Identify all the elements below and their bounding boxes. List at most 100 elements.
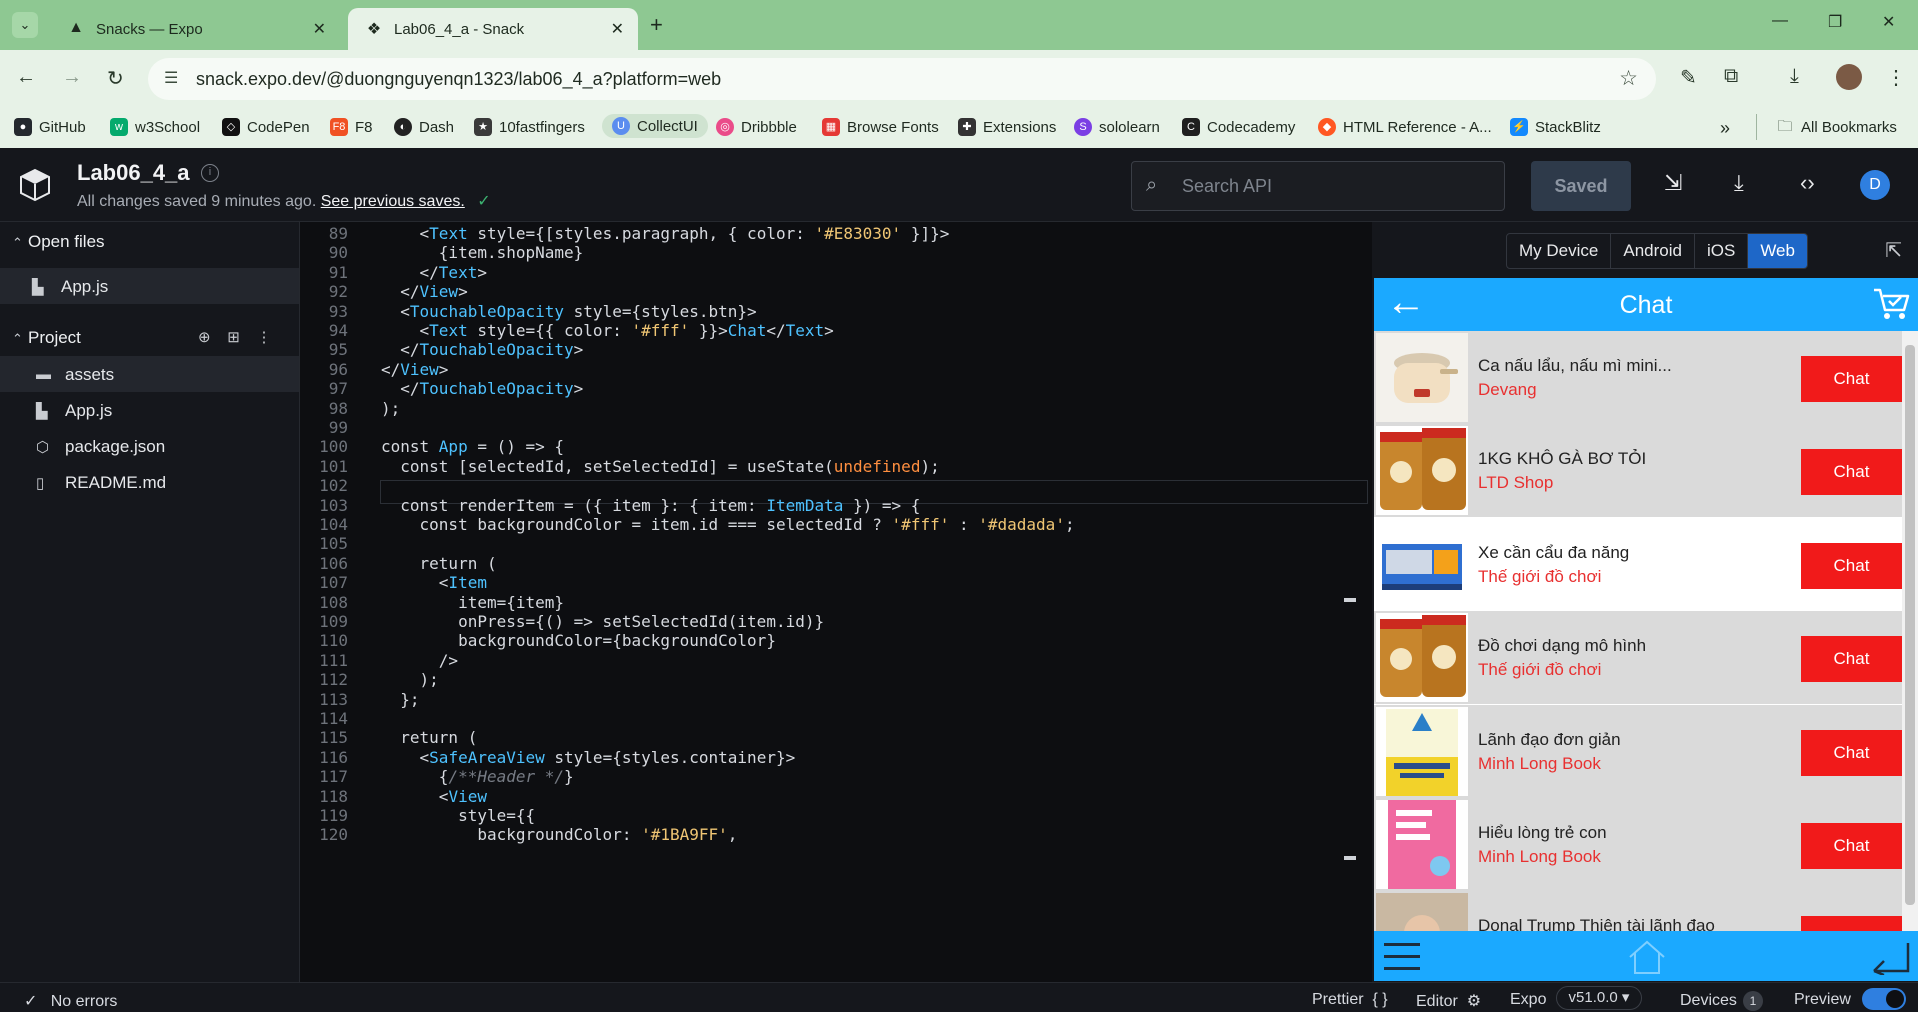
bookmark-w3school[interactable]: w w3School	[110, 118, 200, 136]
snack-logo-icon[interactable]	[18, 168, 52, 202]
bookmark-browse-fonts[interactable]: ▦ Browse Fonts	[822, 118, 939, 136]
code-text[interactable]: />	[381, 651, 458, 670]
extensions-puzzle-icon[interactable]: ⧉	[1724, 65, 1738, 88]
code-text[interactable]: const [selectedId, setSelectedId] = useS…	[381, 457, 939, 476]
project-title[interactable]: Lab06_4_a	[77, 160, 190, 186]
code-text[interactable]: <View	[381, 787, 487, 806]
bookmark-f8[interactable]: F8 F8	[330, 118, 373, 136]
all-bookmarks-folder[interactable]: 🗀 All Bookmarks	[1776, 118, 1896, 136]
saved-button[interactable]: Saved	[1531, 161, 1631, 211]
restore-window-icon[interactable]: ❐	[1828, 12, 1842, 32]
code-text[interactable]: style={{	[381, 806, 535, 825]
embed-code-icon[interactable]: ‹›	[1800, 170, 1815, 196]
platform-tab-web[interactable]: Web	[1748, 234, 1807, 268]
tab-search-chevron-icon[interactable]: ⌄	[12, 12, 38, 38]
bookmark-stackblitz[interactable]: ⚡ StackBlitz	[1510, 118, 1601, 136]
project-item-readme[interactable]: ▯ README.md	[36, 473, 166, 493]
code-text[interactable]: <Item	[381, 573, 487, 592]
pen-icon[interactable]: ✎	[1680, 65, 1697, 90]
close-tab-icon[interactable]: ✕	[611, 19, 624, 39]
address-bar[interactable]: ☰ snack.expo.dev/@duongnguyenqn1323/lab0…	[148, 58, 1656, 100]
code-text[interactable]: onPress={() => setSelectedId(item.id)}	[381, 612, 824, 631]
product-row[interactable]: Ca nấu lẩu, nấu mì mini... Devang Chat	[1374, 331, 1902, 424]
browser-tab-lab06[interactable]: ❖ Lab06_4_a - Snack ✕	[348, 8, 638, 50]
devices-button[interactable]: Devices 1	[1680, 991, 1763, 1011]
code-text[interactable]: <TouchableOpacity style={styles.btn}>	[381, 302, 756, 321]
prettier-toggle[interactable]: Prettier { }	[1312, 991, 1388, 1009]
profile-avatar[interactable]	[1836, 64, 1862, 90]
code-text[interactable]: {item.shopName}	[381, 243, 584, 262]
preview-toggle[interactable]	[1862, 988, 1906, 1010]
code-text[interactable]: {/**Header */}	[381, 767, 574, 786]
close-window-icon[interactable]: ✕	[1882, 12, 1895, 32]
browser-tab-snacks-expo[interactable]: ▲ Snacks — Expo ✕	[50, 8, 340, 50]
search-api-input[interactable]: ⌕ Search API	[1131, 161, 1505, 211]
download-icon[interactable]: ⤓	[1790, 65, 1799, 88]
bookmark-extensions[interactable]: ✚ Extensions	[958, 118, 1056, 136]
code-line[interactable]: 120 backgroundColor: '#1BA9FF',	[300, 825, 1372, 849]
code-text[interactable]: backgroundColor={backgroundColor}	[381, 631, 776, 650]
bookmark-sololearn[interactable]: Ssololearn	[1074, 118, 1160, 136]
menu-hamburger-icon[interactable]	[1382, 939, 1422, 975]
code-text[interactable]: const App = () => {	[381, 437, 564, 456]
product-row[interactable]: Hiểu lòng trẻ con Minh Long Book Chat	[1374, 798, 1902, 891]
shopping-cart-icon[interactable]	[1872, 286, 1910, 322]
code-text[interactable]: </TouchableOpacity>	[381, 340, 583, 359]
code-text[interactable]: </Text>	[381, 263, 487, 282]
site-info-icon[interactable]: ☰	[164, 68, 178, 88]
code-text[interactable]: </View>	[381, 360, 448, 379]
chat-button[interactable]: Chat	[1801, 916, 1902, 931]
code-text[interactable]: </View>	[381, 282, 467, 301]
code-editor[interactable]: 89 <Text style={[styles.paragraph, { col…	[300, 222, 1372, 982]
bookmark-star-icon[interactable]: ☆	[1619, 66, 1638, 91]
chat-button[interactable]: Chat	[1801, 636, 1902, 683]
open-file-app-js[interactable]: ▙ App.js	[32, 277, 108, 297]
chat-button[interactable]: Chat	[1801, 356, 1902, 402]
code-text[interactable]: return (	[381, 554, 497, 573]
code-text[interactable]: <Text style={[styles.paragraph, { color:…	[381, 224, 950, 243]
code-text[interactable]: );	[381, 670, 439, 689]
info-icon[interactable]: i	[201, 164, 219, 182]
open-files-section[interactable]: ⌃ Open files	[12, 232, 105, 252]
see-previous-saves-link[interactable]: See previous saves.	[321, 193, 465, 210]
chat-button[interactable]: Chat	[1801, 823, 1902, 869]
chat-button[interactable]: Chat	[1801, 542, 1902, 589]
sdk-version-select[interactable]: v51.0.0 ▾	[1556, 986, 1642, 1010]
project-section[interactable]: ⌃ Project	[12, 328, 81, 348]
back-arrow-icon[interactable]: ←	[16, 66, 36, 89]
chat-button[interactable]: Chat	[1801, 729, 1902, 776]
code-text[interactable]: backgroundColor: '#1BA9FF',	[381, 825, 737, 844]
platform-tab-android[interactable]: Android	[1611, 234, 1695, 268]
product-row[interactable]: Donal Trump Thiên tài lãnh đạo Chat	[1374, 891, 1902, 931]
more-bookmarks-chevron-icon[interactable]: »	[1720, 118, 1730, 139]
code-text[interactable]: const renderItem = ({ item }: { item: It…	[381, 496, 920, 515]
code-text[interactable]: const backgroundColor = item.id === sele…	[381, 515, 1075, 534]
code-text[interactable]: return (	[381, 728, 477, 747]
project-item-app-js[interactable]: ▙ App.js	[36, 401, 112, 421]
bookmark-collectui[interactable]: U CollectUI	[602, 114, 708, 138]
project-item-package-json[interactable]: ⬡ package.json	[36, 437, 165, 457]
platform-tab-ios[interactable]: iOS	[1695, 234, 1749, 268]
product-row[interactable]: 1KG KHÔ GÀ BƠ TỎI LTD Shop Chat	[1374, 424, 1902, 518]
popout-external-icon[interactable]: ⇱	[1885, 238, 1902, 263]
new-folder-icon[interactable]: ⊞	[227, 329, 240, 346]
code-text[interactable]: </TouchableOpacity>	[381, 379, 583, 398]
menu-kebab-icon[interactable]: ⋮	[1886, 65, 1906, 90]
editor-settings[interactable]: Editor ⚙	[1416, 991, 1481, 1011]
bookmark-github[interactable]: ● GitHub	[14, 118, 86, 136]
no-errors-status[interactable]: ✓ No errors	[24, 991, 117, 1011]
scrollbar-thumb[interactable]	[1905, 345, 1915, 905]
code-text[interactable]: item={item}	[381, 593, 564, 612]
close-tab-icon[interactable]: ✕	[313, 19, 326, 39]
code-text[interactable]: <Text style={{ color: '#fff' }}>Chat</Te…	[381, 321, 834, 340]
minimize-window-icon[interactable]: —	[1772, 12, 1788, 30]
product-row[interactable]: Lãnh đạo đơn giản Minh Long Book Chat	[1374, 704, 1902, 798]
code-text[interactable]: };	[381, 690, 419, 709]
download-project-icon[interactable]: ⤓	[1734, 170, 1744, 196]
product-row[interactable]: Xe cần cẩu đa năng Thế giới đồ chơi Chat	[1374, 517, 1902, 611]
bookmark-codecademy[interactable]: C Codecademy	[1182, 118, 1295, 136]
bookmark-dash[interactable]: ◐ Dash	[394, 118, 454, 136]
home-icon[interactable]	[1626, 939, 1668, 975]
code-text[interactable]: <SafeAreaView style={styles.container}>	[381, 748, 796, 767]
new-tab-plus-icon[interactable]: +	[650, 12, 663, 38]
